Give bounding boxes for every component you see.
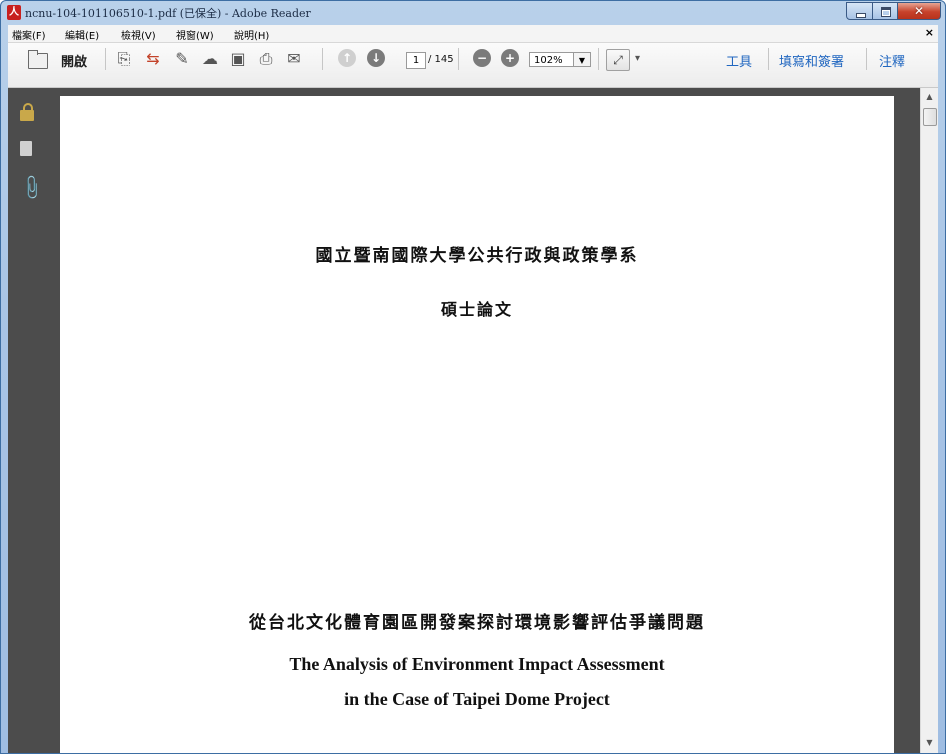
lock-icon[interactable] bbox=[20, 103, 34, 121]
zoom-in-icon[interactable]: + bbox=[501, 49, 519, 67]
close-window-button[interactable]: ✕ bbox=[897, 2, 941, 20]
full-screen-icon[interactable]: ⤢ bbox=[606, 49, 630, 71]
page-total: / 145 bbox=[428, 54, 454, 65]
window-title: ncnu-104-101106510-1.pdf (已保全) - Adobe R… bbox=[25, 7, 311, 20]
zoom-input[interactable]: 102% bbox=[529, 52, 574, 67]
export-pdf-icon[interactable]: ⇆ bbox=[142, 48, 164, 70]
zoom-dropdown-icon[interactable]: ▼ bbox=[574, 52, 591, 67]
thesis-title-english-line1: The Analysis of Environment Impact Asses… bbox=[289, 654, 665, 674]
thesis-title-chinese: 從台北文化體育園區開發案探討環境影響評估爭議問題 bbox=[249, 613, 705, 633]
menu-bar: 檔案(F) 編輯(E) 檢視(V) 視窗(W) 說明(H) × bbox=[8, 25, 938, 43]
tools-button[interactable]: 工具 bbox=[726, 51, 752, 70]
vertical-scrollbar[interactable]: ▲ ▼ bbox=[920, 88, 938, 753]
close-icon: ✕ bbox=[913, 4, 925, 18]
menu-view[interactable]: 檢視(V) bbox=[121, 27, 156, 42]
menu-window[interactable]: 視窗(W) bbox=[176, 27, 214, 42]
email-icon[interactable]: ✉ bbox=[283, 48, 305, 70]
navigation-pane: 📎 bbox=[8, 88, 50, 753]
page-thumbnails-icon[interactable] bbox=[16, 138, 32, 156]
scroll-thumb[interactable] bbox=[923, 108, 937, 126]
toolbar-more-icon[interactable]: ▾ bbox=[635, 53, 640, 64]
degree-label: 碩士論文 bbox=[440, 300, 513, 319]
toolbar: 開啟 ⎘ ⇆ ✎ ☁ ▣ ⎙ ✉ ↑ ↓ 1 / 145 − + 102% ▼ … bbox=[8, 43, 938, 88]
minimize-button[interactable] bbox=[846, 2, 873, 20]
edit-sign-icon[interactable]: ✎ bbox=[171, 48, 193, 70]
pdf-page: 國立暨南國際大學公共行政與政策學系 碩士論文 從台北文化體育園區開發案探討環境影… bbox=[60, 96, 894, 753]
title-bar: 人 ncnu-104-101106510-1.pdf (已保全) - Adobe… bbox=[1, 1, 945, 25]
university-heading: 國立暨南國際大學公共行政與政策學系 bbox=[315, 246, 639, 266]
attachments-icon[interactable]: 📎 bbox=[17, 174, 46, 203]
close-document-icon[interactable]: × bbox=[925, 26, 934, 39]
print-icon[interactable]: ⎙ bbox=[255, 48, 277, 70]
maximize-button[interactable] bbox=[872, 2, 898, 20]
next-page-icon[interactable]: ↓ bbox=[367, 49, 385, 67]
scroll-down-icon[interactable]: ▼ bbox=[921, 734, 938, 751]
menu-edit[interactable]: 編輯(E) bbox=[65, 27, 99, 42]
menu-help[interactable]: 說明(H) bbox=[234, 27, 269, 42]
save-icon[interactable]: ▣ bbox=[227, 48, 249, 70]
comment-button[interactable]: 注釋 bbox=[879, 51, 905, 70]
cloud-upload-icon[interactable]: ☁ bbox=[199, 48, 221, 70]
zoom-out-icon[interactable]: − bbox=[473, 49, 491, 67]
previous-page-icon[interactable]: ↑ bbox=[338, 49, 356, 67]
scroll-up-icon[interactable]: ▲ bbox=[921, 88, 938, 105]
reader-window: 人 ncnu-104-101106510-1.pdf (已保全) - Adobe… bbox=[0, 0, 946, 754]
create-pdf-icon[interactable]: ⎘ bbox=[113, 48, 135, 70]
open-folder-icon[interactable] bbox=[28, 50, 48, 69]
adobe-reader-icon: 人 bbox=[7, 5, 21, 20]
document-area: 國立暨南國際大學公共行政與政策學系 碩士論文 從台北文化體育園區開發案探討環境影… bbox=[50, 88, 921, 753]
menu-file[interactable]: 檔案(F) bbox=[12, 27, 46, 42]
open-button[interactable]: 開啟 bbox=[61, 51, 87, 70]
thesis-title-english-line2: in the Case of Taipei Dome Project bbox=[344, 689, 610, 709]
fill-sign-button[interactable]: 填寫和簽署 bbox=[779, 51, 844, 70]
page-number-input[interactable]: 1 bbox=[406, 52, 426, 69]
